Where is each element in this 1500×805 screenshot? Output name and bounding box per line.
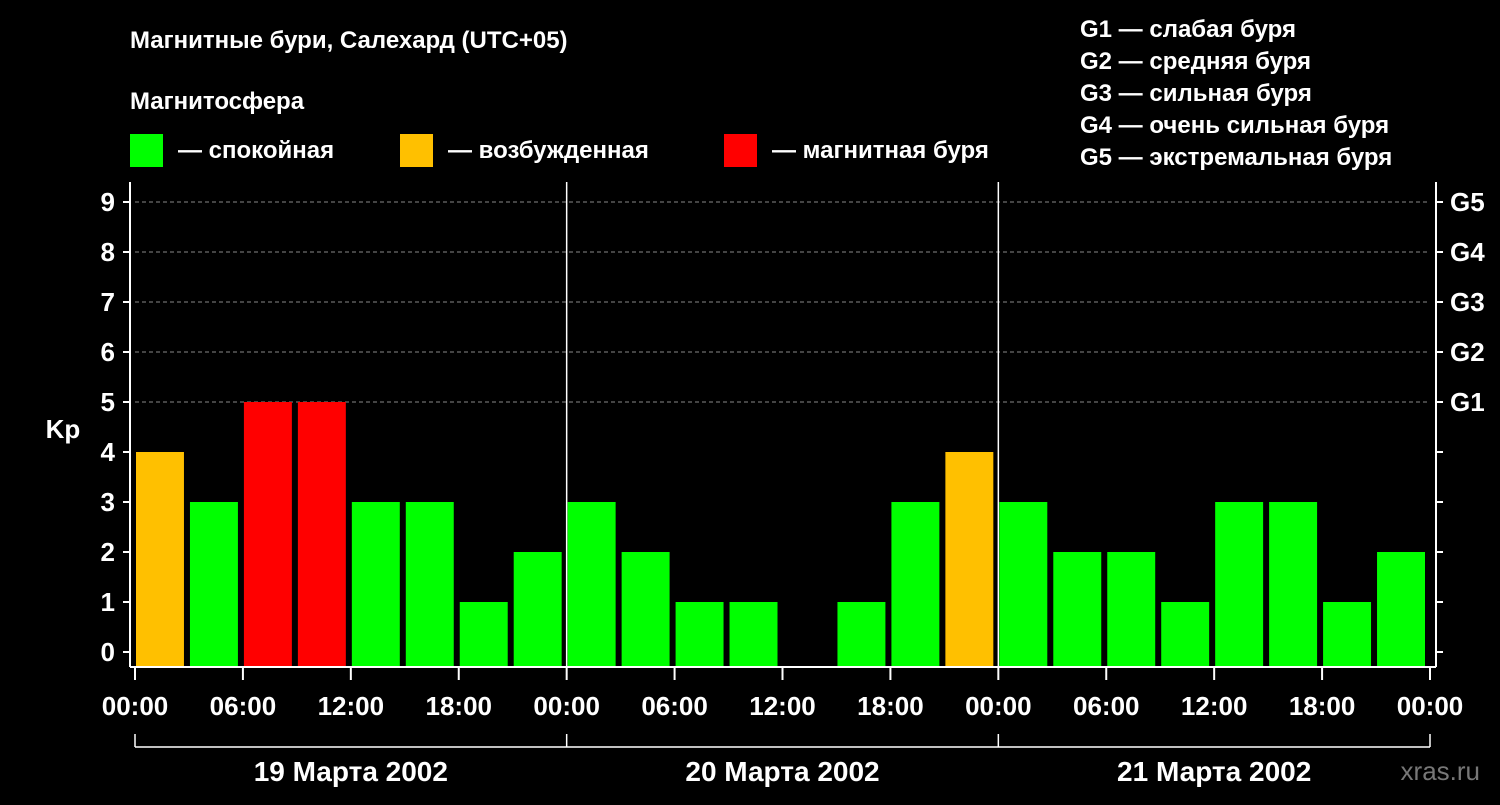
grid-lines — [135, 201, 1430, 403]
legend-label-disturbed: — возбужденная — [448, 137, 649, 164]
kp-bar — [999, 502, 1048, 667]
kp-bar — [1215, 502, 1264, 667]
x-tick-label: 00:00 — [102, 691, 169, 721]
y-tick-label: 5 — [101, 387, 115, 417]
x-tick-label: 06:00 — [641, 691, 708, 721]
kp-bar — [243, 402, 292, 667]
y-tick-label: 7 — [101, 287, 115, 317]
kp-bar — [729, 602, 778, 667]
y-tick-label: 0 — [101, 637, 115, 667]
kp-bar — [405, 502, 454, 667]
g-scale-item: G2 — средняя буря — [1080, 48, 1311, 75]
x-tick-label: 00:00 — [533, 691, 600, 721]
g-scale-item: G5 — экстремальная буря — [1080, 144, 1392, 171]
kp-bar — [1053, 552, 1102, 667]
y-axis-label: Kp — [46, 414, 81, 444]
kp-chart: Магнитные бури, Салехард (UTC+05) Магнит… — [46, 16, 1486, 787]
kp-bar — [1377, 552, 1425, 667]
kp-bar — [1161, 602, 1210, 667]
y-tick-label: 3 — [101, 487, 115, 517]
x-tick-label: 12:00 — [749, 691, 816, 721]
legend-label-quiet: — спокойная — [178, 137, 334, 164]
x-tick-label: 18:00 — [857, 691, 924, 721]
kp-bar — [136, 452, 184, 667]
x-tick-label: 18:00 — [1289, 691, 1356, 721]
legend-swatch-quiet — [130, 134, 163, 167]
x-tick-label: 00:00 — [965, 691, 1032, 721]
x-tick-label: 06:00 — [1073, 691, 1140, 721]
g-tick-label: G2 — [1450, 337, 1485, 367]
g-tick-label: G4 — [1450, 237, 1485, 267]
kp-bar — [837, 602, 886, 667]
x-tick-label: 12:00 — [1181, 691, 1248, 721]
y-tick-label: 4 — [101, 437, 116, 467]
kp-bar — [675, 602, 724, 667]
kp-bar — [297, 402, 346, 667]
kp-bar — [1269, 502, 1318, 667]
kp-bar — [621, 552, 670, 667]
x-tick-label: 12:00 — [318, 691, 385, 721]
y-tick-label: 9 — [101, 187, 115, 217]
g-tick-label: G5 — [1450, 187, 1485, 217]
legend: — спокойная — возбужденная — магнитная б… — [130, 134, 989, 167]
kp-bar — [351, 502, 400, 667]
g-tick-label: G1 — [1450, 387, 1485, 417]
g-scale-legend: G1 — слабая буря G2 — средняя буря G3 — … — [1080, 16, 1392, 171]
y-tick-label: 6 — [101, 337, 115, 367]
bars — [136, 402, 1425, 667]
kp-bar — [459, 602, 508, 667]
day-label: 20 Марта 2002 — [685, 756, 879, 787]
watermark: xras.ru — [1401, 756, 1480, 786]
x-tick-label: 00:00 — [1397, 691, 1464, 721]
chart-subtitle: Магнитосфера — [130, 88, 305, 115]
kp-bar — [189, 502, 238, 667]
legend-swatch-storm — [724, 134, 757, 167]
g-tick-label: G3 — [1450, 287, 1485, 317]
chart-title: Магнитные бури, Салехард (UTC+05) — [130, 27, 568, 54]
kp-bar — [1107, 552, 1156, 667]
x-tick-label: 18:00 — [426, 691, 493, 721]
g-scale-item: G1 — слабая буря — [1080, 16, 1296, 43]
kp-bar — [513, 552, 562, 667]
kp-bar — [945, 452, 994, 667]
kp-bar — [891, 502, 940, 667]
y-tick-label: 2 — [101, 537, 115, 567]
kp-bar — [567, 502, 616, 667]
y-tick-label: 8 — [101, 237, 115, 267]
legend-label-storm: — магнитная буря — [772, 137, 989, 164]
g-scale-item: G3 — сильная буря — [1080, 80, 1312, 107]
day-label: 19 Марта 2002 — [254, 756, 448, 787]
kp-bar — [1323, 602, 1372, 667]
x-tick-label: 06:00 — [210, 691, 277, 721]
day-label: 21 Марта 2002 — [1117, 756, 1311, 787]
g-scale-item: G4 — очень сильная буря — [1080, 112, 1389, 139]
legend-swatch-disturbed — [400, 134, 433, 167]
y-tick-label: 1 — [101, 587, 115, 617]
